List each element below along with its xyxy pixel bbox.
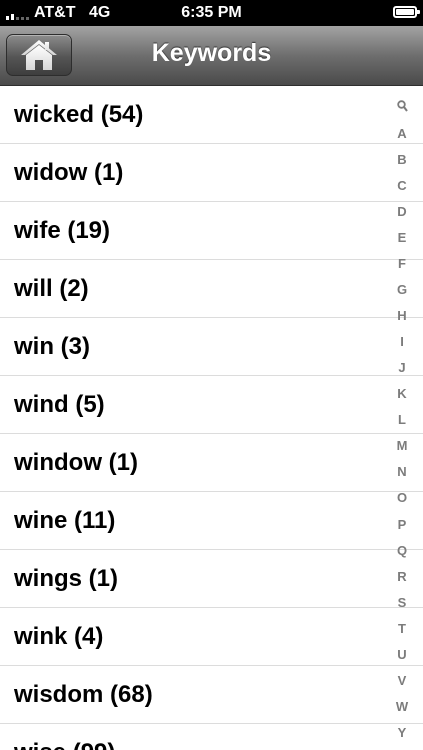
section-index[interactable]: A B C D E F G H I J K L M N O P Q R S T … [394, 100, 410, 740]
index-letter-q[interactable]: Q [397, 543, 407, 558]
index-letter-e[interactable]: E [398, 231, 407, 245]
keyword-label: win (3) [14, 332, 90, 360]
keyword-list: wicked (54) widow (1) wife (19) will (2)… [0, 86, 423, 750]
keyword-label: wicked (54) [14, 100, 144, 128]
index-letter-p[interactable]: P [398, 517, 407, 532]
list-item[interactable]: window (1) [0, 434, 423, 492]
index-letter-v[interactable]: V [398, 673, 407, 688]
index-letter-d[interactable]: D [397, 205, 406, 219]
keyword-label: window (1) [14, 448, 138, 476]
index-letter-a[interactable]: A [397, 127, 406, 141]
index-search-icon[interactable] [396, 100, 408, 115]
index-letter-t[interactable]: T [398, 621, 406, 636]
keyword-label: wife (19) [14, 216, 111, 244]
battery-icon [393, 6, 420, 18]
index-letter-u[interactable]: U [397, 647, 406, 662]
keyword-label: will (2) [14, 274, 89, 302]
index-letter-r[interactable]: R [397, 569, 406, 584]
list-item[interactable]: wife (19) [0, 202, 423, 260]
index-letter-j[interactable]: J [398, 361, 405, 375]
index-letter-k[interactable]: K [397, 387, 406, 401]
list-item[interactable]: wicked (54) [0, 86, 423, 144]
index-letter-b[interactable]: B [397, 153, 406, 167]
list-item[interactable]: win (3) [0, 318, 423, 376]
keyword-label: wings (1) [14, 564, 119, 592]
list-item[interactable]: will (2) [0, 260, 423, 318]
index-letter-i[interactable]: I [400, 335, 404, 349]
keyword-label: wise (99) [14, 739, 115, 750]
status-bar: AT&T 4G 6:35 PM [0, 0, 423, 26]
list-item[interactable]: wink (4) [0, 608, 423, 666]
index-letter-l[interactable]: L [398, 413, 406, 427]
index-letter-c[interactable]: C [397, 179, 406, 193]
index-letter-o[interactable]: O [397, 491, 407, 505]
index-letter-s[interactable]: S [398, 595, 407, 610]
list-item[interactable]: wind (5) [0, 376, 423, 434]
list-item[interactable]: wisdom (68) [0, 666, 423, 724]
list-item[interactable]: wise (99) [0, 724, 423, 750]
list-item[interactable]: widow (1) [0, 144, 423, 202]
list-item[interactable]: wine (11) [0, 492, 423, 550]
keyword-label: wind (5) [14, 390, 105, 418]
index-letter-h[interactable]: H [397, 309, 406, 323]
keyword-label: wink (4) [14, 622, 104, 650]
page-title: Keywords [151, 39, 272, 67]
index-letter-f[interactable]: F [398, 257, 406, 271]
index-letter-g[interactable]: G [397, 283, 407, 297]
status-time: 6:35 PM [181, 4, 242, 21]
keyword-label: wine (11) [14, 506, 116, 534]
keyword-label: widow (1) [14, 158, 124, 186]
navigation-bar: Keywords [0, 26, 423, 86]
index-letter-n[interactable]: N [397, 465, 406, 479]
index-letter-y[interactable]: Y [398, 725, 407, 740]
index-letter-m[interactable]: M [397, 439, 408, 453]
keyword-label: wisdom (68) [14, 680, 153, 708]
index-letter-w[interactable]: W [396, 699, 408, 714]
list-item[interactable]: wings (1) [0, 550, 423, 608]
